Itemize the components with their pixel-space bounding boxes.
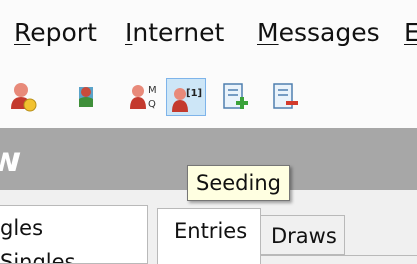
menu-report[interactable]: Report [14,18,97,47]
document-remove-icon [273,83,298,109]
seeding-button[interactable]: [1] [166,78,206,116]
list-item[interactable]: gles [0,216,43,240]
svg-text:[1]: [1] [186,88,202,99]
menu-bar: Report Internet Messages E [0,0,417,70]
player-mq-icon: M Q [130,85,157,110]
svg-text:Q: Q [148,99,156,110]
player-list-icon [79,87,93,107]
menu-edit-partial[interactable]: E [404,18,417,47]
document-add-icon [223,83,248,109]
banner-title: w [0,140,22,180]
seeding-icon: [1] [172,88,202,112]
list-item[interactable]: Singles [0,250,76,263]
menu-messages[interactable]: Messages [257,18,380,47]
tab-entries[interactable]: Entries [157,208,261,264]
remove-document-button[interactable] [265,78,305,116]
event-list: gles Singles [0,205,148,264]
toolbar: M Q [1] [0,70,417,128]
player-list-button[interactable] [67,78,107,116]
menu-internet[interactable]: Internet [125,18,224,47]
player-award-icon [11,83,37,112]
svg-text:M: M [148,85,157,96]
tab-draws[interactable]: Draws [261,215,345,255]
player-mq-button[interactable]: M Q [125,78,165,116]
tab-strip: Draws Entries [157,205,417,264]
add-document-button[interactable] [215,78,255,116]
player-award-button[interactable] [3,78,43,116]
seeding-tooltip: Seeding [187,165,290,201]
